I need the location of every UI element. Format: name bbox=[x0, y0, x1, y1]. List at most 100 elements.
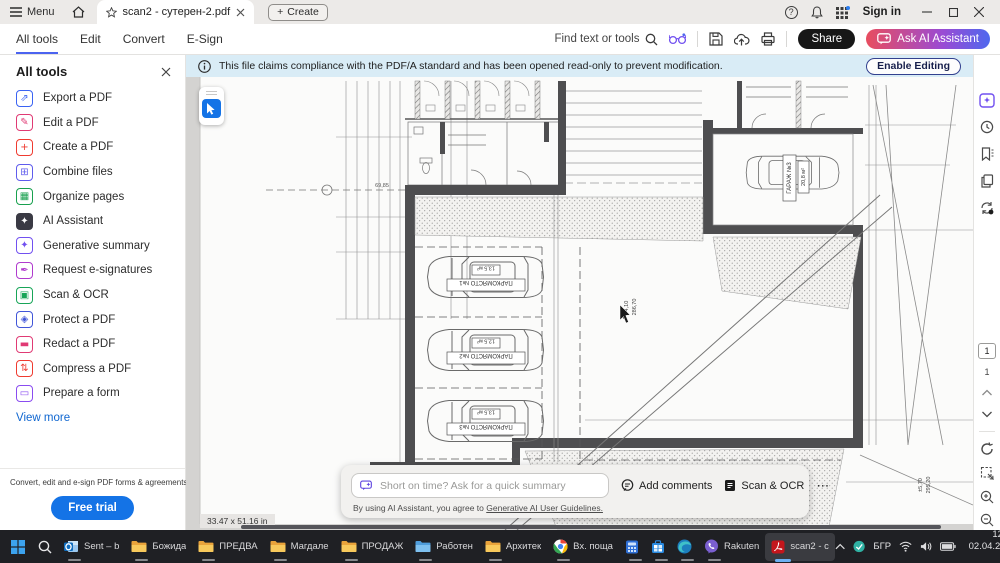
combine-files-icon: ⊞ bbox=[16, 164, 33, 181]
tab-edit[interactable]: Edit bbox=[80, 24, 101, 54]
scan-ocr-button[interactable]: Scan & OCR bbox=[724, 479, 804, 492]
save-icon[interactable] bbox=[709, 32, 723, 46]
taskbar-app-viber[interactable]: Rakuten bbox=[698, 530, 765, 563]
previous-page-button[interactable] bbox=[982, 389, 993, 396]
menu-button[interactable]: Menu bbox=[0, 6, 64, 18]
create-tab-button[interactable]: + Create bbox=[268, 4, 328, 21]
view-more-link[interactable]: View more bbox=[0, 406, 185, 430]
maximize-button[interactable] bbox=[940, 0, 966, 24]
tab-close-icon[interactable] bbox=[236, 8, 245, 17]
sidebar-item-edit-pdf[interactable]: ✎Edit a PDF bbox=[0, 111, 185, 136]
ask-ai-assistant-button[interactable]: Ask AI Assistant bbox=[866, 29, 990, 49]
menu-label: Menu bbox=[27, 6, 55, 18]
guidelines-link[interactable]: Generative AI User Guidelines. bbox=[486, 503, 603, 513]
drag-handle[interactable] bbox=[202, 90, 221, 96]
taskbar-folder-arhitek[interactable]: Архитек bbox=[479, 530, 547, 563]
generative-summary-rail-button[interactable] bbox=[979, 93, 995, 108]
ai-disclaimer: By using AI Assistant, you agree to Gene… bbox=[351, 503, 799, 513]
sidebar-item-combine-files[interactable]: ⊞Combine files bbox=[0, 160, 185, 185]
taskbar-app-acrobat[interactable]: scan2 - c bbox=[765, 533, 835, 561]
sidebar-item-scan-ocr[interactable]: ▣Scan & OCR bbox=[0, 283, 185, 308]
taskbar-folder-raboten[interactable]: Работен bbox=[409, 530, 479, 563]
taskbar-app-edge[interactable] bbox=[671, 530, 698, 563]
sidebar-item-export-pdf[interactable]: ⇗Export a PDF bbox=[0, 86, 185, 111]
language-indicator[interactable]: БГР bbox=[873, 541, 891, 552]
taskbar-app-chrome[interactable]: Вх. поща bbox=[547, 530, 619, 563]
enable-editing-button[interactable]: Enable Editing bbox=[866, 58, 961, 75]
cloud-upload-icon[interactable] bbox=[734, 33, 750, 46]
pdf-viewer: 69,85 bbox=[186, 77, 973, 530]
add-comments-button[interactable]: Add comments bbox=[621, 479, 712, 492]
sidebar-item-protect-pdf[interactable]: ◈Protect a PDF bbox=[0, 307, 185, 332]
export-pdf-icon: ⇗ bbox=[16, 90, 33, 107]
sidebar-item-create-pdf[interactable]: +Create a PDF bbox=[0, 135, 185, 160]
ai-summary-input[interactable] bbox=[378, 479, 600, 493]
tab-convert[interactable]: Convert bbox=[123, 24, 165, 54]
taskbar-clock[interactable]: 12:41 02.04.2026 г. bbox=[964, 529, 1000, 563]
folder-icon bbox=[485, 540, 501, 553]
next-page-button[interactable] bbox=[982, 411, 993, 418]
sidebar-item-generative-summary[interactable]: ✦Generative summary bbox=[0, 234, 185, 259]
find-text-button[interactable]: Find text or tools bbox=[554, 33, 658, 46]
bookmarks-rail-button[interactable] bbox=[981, 147, 994, 161]
edge-icon bbox=[677, 539, 692, 554]
ai-reading-glasses-icon[interactable] bbox=[669, 33, 686, 45]
start-button[interactable] bbox=[4, 530, 32, 563]
ai-summary-input-wrap[interactable] bbox=[351, 473, 609, 498]
free-trial-button[interactable]: Free trial bbox=[51, 496, 134, 520]
battery-icon[interactable] bbox=[940, 542, 956, 551]
tab-all-tools[interactable]: All tools bbox=[16, 24, 58, 54]
select-tool-button[interactable] bbox=[202, 99, 221, 118]
rotate-page-button[interactable] bbox=[980, 442, 994, 456]
taskbar-app-calculator[interactable] bbox=[619, 530, 645, 563]
taskbar-folder-predva[interactable]: ПРЕДВА bbox=[192, 530, 263, 563]
volume-icon[interactable] bbox=[920, 541, 932, 552]
tab-esign[interactable]: E-Sign bbox=[187, 24, 223, 54]
taskbar-app-store[interactable] bbox=[645, 530, 671, 563]
page-thumbnails-rail-button[interactable] bbox=[981, 174, 994, 188]
calculator-icon bbox=[625, 540, 639, 554]
minimize-button[interactable] bbox=[914, 0, 940, 24]
parking-space-2-area: 12,5 м² bbox=[477, 338, 495, 344]
snapshot-marquee-button[interactable] bbox=[980, 466, 994, 480]
garage-label: ГАРАЖ №3 bbox=[786, 162, 793, 194]
taskbar-folder-magdale[interactable]: Магдале bbox=[264, 530, 335, 563]
panel-close-button[interactable] bbox=[161, 67, 171, 77]
sidebar-item-request-esignatures[interactable]: ✒Request e-signatures bbox=[0, 258, 185, 283]
taskbar-folder-prodazh[interactable]: ПРОДАЖ bbox=[335, 530, 410, 563]
parking-space-3-area: 13,5 м² bbox=[477, 409, 495, 415]
taskbar-folder-bozhidar[interactable]: Божида bbox=[125, 530, 192, 563]
page-number-box[interactable] bbox=[978, 343, 996, 359]
sidebar-item-compress-pdf[interactable]: ⇅Compress a PDF bbox=[0, 357, 185, 382]
page-number-input[interactable] bbox=[979, 344, 995, 358]
share-button[interactable]: Share bbox=[798, 29, 855, 49]
scan-ocr-icon: ▣ bbox=[16, 287, 33, 304]
home-button[interactable] bbox=[64, 6, 93, 18]
wifi-icon[interactable] bbox=[899, 541, 912, 552]
sidebar-item-ai-assistant[interactable]: ✦AI Assistant bbox=[0, 209, 185, 234]
folder-icon bbox=[198, 540, 214, 553]
print-icon[interactable] bbox=[761, 32, 775, 46]
notifications-bell-icon[interactable] bbox=[811, 6, 823, 19]
toolbar: All tools Edit Convert E-Sign Find text … bbox=[0, 24, 1000, 55]
convert-rail-button[interactable] bbox=[980, 201, 994, 215]
sidebar-item-organize-pages[interactable]: ▦Organize pages bbox=[0, 184, 185, 209]
taskbar-search-button[interactable] bbox=[32, 530, 58, 563]
floating-tool-widget[interactable] bbox=[199, 87, 224, 125]
tray-app-icon[interactable] bbox=[853, 540, 865, 553]
more-options-icon[interactable]: ⋯ bbox=[816, 478, 830, 494]
apps-grid-icon[interactable] bbox=[836, 6, 850, 19]
history-rail-button[interactable] bbox=[980, 120, 994, 134]
sidebar-item-prepare-form[interactable]: ▭Prepare a form bbox=[0, 381, 185, 406]
document-tab[interactable]: scan2 - сутерен-2.pdf bbox=[97, 0, 255, 24]
close-button[interactable] bbox=[966, 0, 992, 24]
create-pdf-icon: + bbox=[16, 139, 33, 156]
help-icon[interactable]: ? bbox=[785, 6, 798, 19]
zoom-out-button[interactable] bbox=[980, 513, 994, 527]
zoom-in-button[interactable] bbox=[980, 490, 994, 504]
sidebar-item-redact-pdf[interactable]: ▬Redact a PDF bbox=[0, 332, 185, 357]
horizontal-scrollbar[interactable] bbox=[241, 525, 941, 529]
sign-in-button[interactable]: Sign in bbox=[863, 6, 901, 18]
taskbar-app-outlook[interactable]: Sent – b bbox=[58, 530, 125, 563]
tray-expand-chevron[interactable] bbox=[835, 543, 845, 550]
